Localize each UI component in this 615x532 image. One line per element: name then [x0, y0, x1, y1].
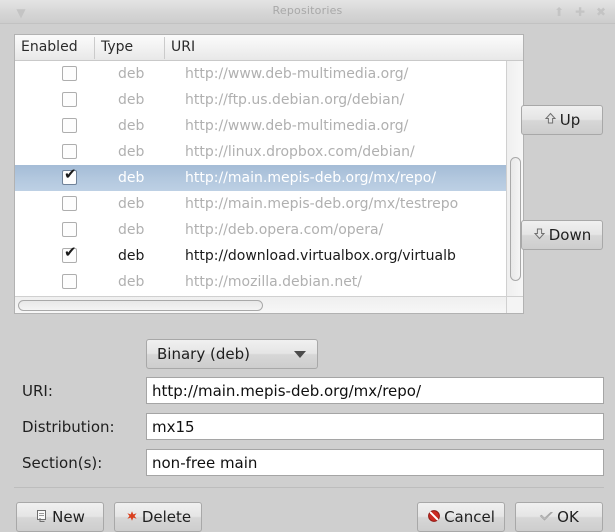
row-type: deb	[118, 170, 145, 186]
row-uri: http://www.deb-multimedia.org/	[185, 118, 409, 134]
table-row[interactable]: ✔ deb http://main.mepis-deb.org/mx/repo/	[15, 165, 508, 191]
uri-input[interactable]	[146, 377, 604, 404]
chevron-down-icon	[294, 351, 306, 358]
checkmark-icon: ✔	[64, 165, 77, 183]
uri-label: URI:	[22, 382, 53, 400]
repo-type-selected-value: Binary (deb)	[157, 345, 250, 363]
table-row[interactable]: deb http://deb.opera.com/opera/	[15, 217, 508, 243]
move-up-button[interactable]: Up	[521, 105, 603, 135]
minimize-icon[interactable]: ⬆	[552, 5, 566, 19]
row-uri: http://ftp.us.debian.org/debian/	[185, 92, 405, 108]
new-button[interactable]: New	[16, 502, 104, 532]
dialog-body: Enabled Type URI deb http://www.deb-multi…	[0, 24, 615, 532]
table-row[interactable]: deb http://www.deb-multimedia.org/	[15, 113, 508, 139]
window-title: Repositories	[272, 4, 343, 17]
row-type: deb	[118, 118, 145, 134]
arrow-up-icon	[544, 112, 557, 128]
column-header-uri[interactable]: URI	[165, 35, 508, 60]
row-type: deb	[118, 66, 145, 82]
row-type: deb	[118, 222, 145, 238]
row-enabled-checkbox[interactable]	[62, 144, 77, 159]
checkmark-icon: ✔	[64, 243, 77, 261]
check-icon	[539, 509, 554, 526]
table-row[interactable]: deb http://mozilla.debian.net/	[15, 269, 508, 295]
vertical-scrollbar[interactable]	[506, 61, 523, 297]
button-bar-separator	[14, 487, 604, 488]
row-enabled-checkbox[interactable]	[62, 222, 77, 237]
row-enabled-checkbox[interactable]: ✔	[62, 243, 77, 263]
row-uri: http://main.mepis-deb.org/mx/testrepo	[185, 196, 459, 212]
horizontal-scrollbar[interactable]	[15, 296, 508, 313]
delete-button[interactable]: Delete	[114, 502, 202, 532]
delete-button-label: Delete	[141, 508, 192, 526]
repository-list[interactable]: Enabled Type URI deb http://www.deb-multi…	[14, 34, 524, 314]
close-icon[interactable]: ✖	[594, 5, 608, 19]
row-uri: http://deb.opera.com/opera/	[185, 222, 384, 238]
table-row[interactable]: deb http://www.deb-multimedia.org/	[15, 61, 508, 87]
row-enabled-checkbox[interactable]	[62, 196, 77, 211]
distribution-input[interactable]	[146, 413, 604, 440]
row-uri: http://linux.dropbox.com/debian/	[185, 144, 415, 160]
list-rows: deb http://www.deb-multimedia.org/deb http…	[15, 61, 508, 313]
ok-button-label: OK	[557, 508, 579, 526]
row-uri: http://mozilla.debian.net/	[185, 274, 363, 290]
move-up-label: Up	[559, 111, 581, 129]
row-enabled-checkbox[interactable]: ✔	[62, 165, 77, 185]
horizontal-scrollbar-thumb[interactable]	[18, 300, 263, 311]
vertical-scrollbar-thumb[interactable]	[510, 157, 521, 281]
table-row[interactable]: ✔ deb http://download.virtualbox.org/virtu…	[15, 243, 508, 269]
row-enabled-checkbox[interactable]	[62, 274, 77, 289]
row-type: deb	[118, 144, 145, 160]
sections-input[interactable]	[146, 449, 604, 476]
new-document-icon	[35, 509, 49, 526]
table-row[interactable]: deb http://linux.dropbox.com/debian/	[15, 139, 508, 165]
row-uri: http://www.deb-multimedia.org/	[185, 66, 409, 82]
arrow-down-icon	[533, 227, 546, 243]
cancel-circle-icon	[427, 509, 441, 526]
maximize-icon[interactable]: ✚	[573, 5, 587, 19]
title-bar: ▼ Repositories ⬆ ✚ ✖	[0, 0, 615, 24]
column-header-type[interactable]: Type	[95, 35, 164, 60]
scrollbar-corner	[506, 296, 523, 313]
table-row[interactable]: deb http://main.mepis-deb.org/mx/testrepo	[15, 191, 508, 217]
row-uri: http://main.mepis-deb.org/mx/repo/	[185, 170, 437, 186]
row-uri: http://download.virtualbox.org/virtualb	[185, 248, 456, 264]
cancel-button[interactable]: Cancel	[417, 502, 505, 532]
row-type: deb	[118, 274, 145, 290]
cancel-button-label: Cancel	[444, 508, 495, 526]
column-header-enabled[interactable]: Enabled	[15, 35, 94, 60]
row-enabled-checkbox[interactable]	[62, 66, 77, 81]
delete-x-icon	[125, 509, 139, 526]
sections-label: Section(s):	[22, 454, 103, 472]
repositories-dialog: ▼ Repositories ⬆ ✚ ✖ Enabled Type URI de…	[0, 0, 615, 532]
row-enabled-checkbox[interactable]	[62, 118, 77, 133]
row-type: deb	[118, 196, 145, 212]
ok-button[interactable]: OK	[515, 502, 603, 532]
row-enabled-checkbox[interactable]	[62, 92, 77, 107]
list-header: Enabled Type URI	[15, 35, 523, 61]
distribution-label: Distribution:	[22, 418, 115, 436]
row-type: deb	[118, 92, 145, 108]
table-row[interactable]: deb http://ftp.us.debian.org/debian/	[15, 87, 508, 113]
move-down-label: Down	[548, 226, 592, 244]
repo-type-select[interactable]: Binary (deb)	[146, 339, 318, 369]
row-type: deb	[118, 248, 145, 264]
move-down-button[interactable]: Down	[521, 220, 603, 250]
new-button-label: New	[52, 508, 85, 526]
